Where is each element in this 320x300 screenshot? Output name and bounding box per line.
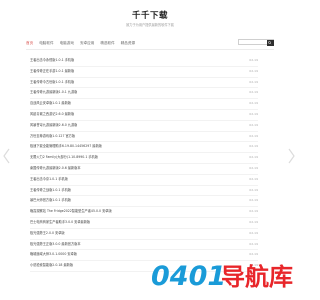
article-date: 02-19 [249,219,258,224]
article-date: 02-19 [249,90,258,95]
watermark-digits: 0401 [151,261,226,290]
list-item: 极光强势王2.0.0 安卓版 02-19 [30,229,258,240]
nav-item[interactable]: 电脑软件 [39,40,53,46]
chevron-right-icon [288,148,295,164]
article-date: 02-19 [249,187,258,192]
search-box [238,39,274,56]
list-item: 百战风云安卓版1.0.1 最新版 02-19 [30,99,258,110]
list-item: 晚霞观察站 The Fridge2022智能型生产者45.0.0 安卓版 02-1… [30,207,258,218]
article-title-link[interactable]: 巴士电商商家生产者助手3.0.0 安卓最新版 [30,218,90,228]
list-item: 王者传奇今古世版1.0.1 手机版 02-19 [30,78,258,89]
list-item: 王者传奇九游最新版1.0.1 九游版 02-19 [30,88,258,100]
list-item: 王者传奇正在手游1.0.1 最新版 02-19 [30,67,258,78]
article-date: 02-19 [249,68,258,73]
list-item: 王者出击今永恒版1.0.1 手机版 02-19 [30,56,258,67]
list-item: 极光强势王正版3.0.0 最新官方版本 02-19 [30,240,258,251]
article-title-link[interactable]: 王者传奇九游最新版1.0.1 九游版 [30,88,77,98]
article-date: 02-19 [249,165,258,170]
nav-item[interactable]: 精选软件 [100,40,114,46]
article-date: 02-19 [249,252,258,257]
article-title-link[interactable]: 王者传奇今古世版1.0.1 手机版 [30,78,74,88]
list-item: 巴士电商商家生产者助手3.0.0 安卓最新版 02-19 [30,218,258,229]
nav-item[interactable]: 首页 [26,40,33,46]
article-date: 02-19 [249,198,258,203]
article-date: 02-19 [249,58,258,62]
list-item: 风起青城之西游记2.6.0 最新版 02-19 [30,110,258,121]
article-title-link[interactable]: 王者传奇之战版1.0.1 手机版 [30,186,71,196]
article-date: 02-19 [249,155,258,160]
article-date: 02-19 [249,144,258,149]
article-date: 02-19 [249,209,258,214]
site-subtitle: 致力于为用户提供最新的软件下载 [126,23,174,27]
list-item: 风暴苍穹九游最新版2.6.0 九游版 02-19 [30,121,258,132]
main-navbar: 首页 电脑软件 电脑游戏 安卓应用 精选软件 精品资源 [26,39,274,56]
list-item: 万世至尊游戏版1.0.127 官方版 02-19 [30,132,258,143]
article-title-link[interactable]: 小说检索智能版2.0.18 最新版 [30,261,73,271]
watermark-text: 导航库 [221,263,293,290]
article-title-link[interactable]: 极光强势王正版3.0.0 最新官方版本 [30,240,81,250]
prev-arrow[interactable] [2,147,12,165]
article-date: 02-19 [249,101,258,106]
nav-list: 首页 电脑软件 电脑游戏 安卓应用 精选软件 精品资源 [26,40,135,46]
article-title-link[interactable]: 极速下载全能管理助手6.19.80.14456297 最新版 [30,142,102,152]
article-date: 02-19 [249,111,258,116]
article-date: 02-19 [249,79,258,84]
article-list: 王者出击今永恒版1.0.1 手机版 02-19 王者传奇正在手游1.0.1 最新版 0… [30,56,258,272]
article-title-link[interactable]: 秦国传奇九游最新版2.0.6 最新版本 [30,164,81,174]
article-date: 02-19 [249,230,258,235]
watermark-logo: 0401 导航库 [151,260,297,290]
next-arrow[interactable] [286,147,296,165]
article-title-link[interactable]: 无限火力2 Family(大部分)1.10.8990.1 手机版 [30,153,98,163]
article-title-link[interactable]: 风起青城之西游记2.6.0 最新版 [30,110,74,120]
article-title-link[interactable]: 王者出击今京1.0.1 手机版 [30,175,68,185]
article-date: 02-19 [249,241,258,246]
site-header: 千千下载 致力于为用户提供最新的软件下载 [0,0,300,27]
list-item: 王者出击今京1.0.1 手机版 02-19 [30,175,258,186]
list-item: 暴巴大师官方版1.0.1 手机版 02-19 [30,196,258,208]
article-title-link[interactable]: 百战风云安卓版1.0.1 最新版 [30,99,71,109]
article-title-link[interactable]: 极光强势王2.0.0 安卓版 [30,229,65,239]
search-icon [268,41,272,45]
chevron-left-icon [3,148,10,164]
site-title[interactable]: 千千下载 [0,11,300,21]
list-item: 秦国传奇九游最新版2.0.6 最新版本 02-19 [30,164,258,175]
article-date: 02-19 [249,176,258,181]
list-item: 无限火力2 Family(大部分)1.10.8990.1 手机版 02-19 [30,153,258,164]
article-title-link[interactable]: 风暴苍穹九游最新版2.6.0 九游版 [30,121,77,131]
nav-item[interactable]: 电脑游戏 [60,40,74,46]
nav-item[interactable]: 安卓应用 [80,40,94,46]
search-button[interactable] [266,40,274,46]
article-title-link[interactable]: 王者出击今永恒版1.0.1 手机版 [30,56,74,66]
article-date: 02-19 [249,122,258,127]
article-date: 02-19 [249,133,258,138]
watermark-svg: 0401 导航库 [151,261,293,290]
article-title-link[interactable]: 晚霞观察站 The Fridge2022智能型生产者45.0.0 安卓版 [30,207,112,217]
article-title-link[interactable]: 万世至尊游戏版1.0.127 官方版 [30,132,75,142]
list-item: 王者传奇之战版1.0.1 手机版 02-19 [30,186,258,197]
nav-item[interactable]: 精品资源 [121,40,135,46]
article-title-link[interactable]: 晚城魔域大师3.0.1.0000 安卓版 [30,250,77,260]
list-item: 极速下载全能管理助手6.19.80.14456297 最新版 02-19 [30,142,258,154]
article-title-link[interactable]: 王者传奇正在手游1.0.1 最新版 [30,67,74,77]
article-title-link[interactable]: 暴巴大师官方版1.0.1 手机版 [30,196,71,206]
